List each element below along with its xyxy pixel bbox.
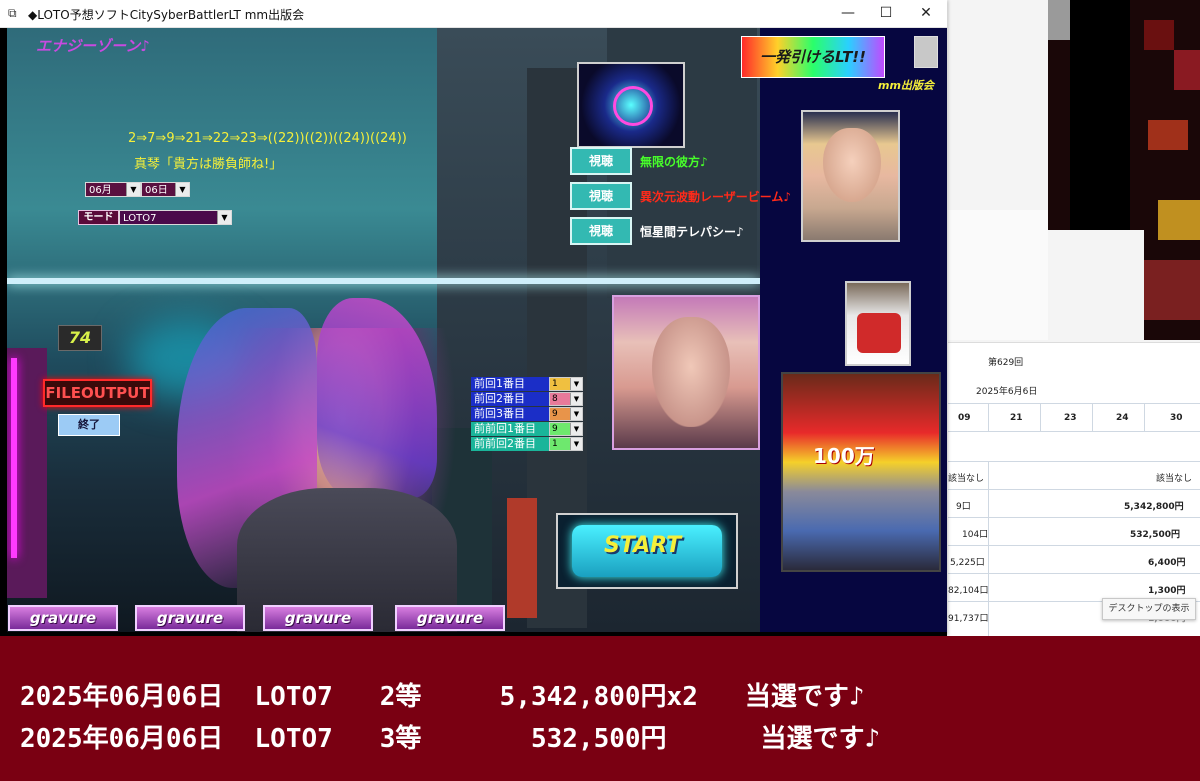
chevron-down-icon: ▼ (175, 183, 189, 196)
winner-count: 91,737口 (948, 614, 989, 624)
result-line-2: 2025年06月06日 LOTO7 3等 532,500円 当選です♪ (20, 724, 881, 754)
mode-select[interactable]: LOTO7 ▼ (119, 210, 232, 225)
prev-row-label: 前回3番目 (471, 407, 549, 421)
number-cell: 24 (1116, 413, 1129, 423)
result-line-1: 2025年06月06日 LOTO7 2等 5,342,800円x2 当選です♪ (20, 682, 865, 712)
lottery-results-table: 第629回 2025年6月6日 09 21 23 24 30 該当なし 該当なし… (948, 342, 1200, 641)
window-title: ◆LOTO予想ソフトCitySyberBattlerLT mm出版会 (28, 8, 305, 22)
number-cell: 09 (958, 413, 971, 423)
mode-value: LOTO7 (123, 213, 157, 224)
prev-row-select[interactable]: 1 ▼ (549, 377, 583, 391)
prize-amount: 532,500円 (1130, 530, 1180, 540)
energy-zone-label: エナジーゾーン♪ (36, 37, 150, 55)
sequence-text: 2⇒7⇒9⇒21⇒22⇒23⇒((22))((2))((24))((24)) (128, 131, 407, 146)
round-label: 第629回 (988, 358, 1024, 368)
winner-count: 104口 (962, 530, 989, 540)
small-portrait (914, 36, 938, 68)
chevron-down-icon: ▼ (570, 378, 582, 390)
file-output-button[interactable]: FILEOUTPUT (43, 379, 152, 407)
chevron-down-icon: ▼ (217, 211, 231, 224)
chevron-down-icon: ▼ (126, 183, 140, 196)
prev-row-select[interactable]: 9 ▼ (549, 407, 583, 421)
number-cell: 23 (1064, 413, 1077, 423)
portrait-photo (801, 110, 900, 242)
quote-text: 真琴「貴方は勝負師ね!」 (134, 157, 283, 172)
prev-row-label: 前前回1番目 (471, 422, 549, 436)
prev-row-label: 前回1番目 (471, 377, 549, 391)
logo-subtitle: mm出版会 (878, 79, 934, 92)
gravure-button-2[interactable]: gravure (135, 605, 245, 631)
badge-74: 74 (58, 325, 102, 351)
prize-amount: 6,400円 (1148, 558, 1186, 568)
title-bar[interactable]: ⧉ ◆LOTO予想ソフトCitySyberBattlerLT mm出版会 — ☐… (0, 0, 947, 28)
prize-amount: 5,342,800円 (1124, 502, 1184, 512)
number-cell: 21 (1010, 413, 1023, 423)
day-select[interactable]: 06日 ▼ (141, 182, 190, 197)
logo-banner: 一発引けるLT!! (741, 36, 885, 78)
mode-label: モード (78, 210, 119, 225)
prev-row-select[interactable]: 9 ▼ (549, 422, 583, 436)
number-cell: 30 (1170, 413, 1183, 423)
thumbnail-disc (577, 62, 685, 148)
app-window: ⧉ ◆LOTO予想ソフトCitySyberBattlerLT mm出版会 — ☐… (0, 0, 947, 636)
winner-count: 9口 (956, 502, 971, 512)
winner-count: 82,104口 (948, 586, 989, 596)
pixelated-image (1048, 0, 1200, 340)
prize-amount: 1,300円 (1148, 586, 1186, 596)
prev-row-label: 前回2番目 (471, 392, 549, 406)
prev-row-select[interactable]: 8 ▼ (549, 392, 583, 406)
gravure-button-3[interactable]: gravure (263, 605, 373, 631)
prev-row-label: 前前回2番目 (471, 437, 549, 451)
winner-count: 該当なし (948, 474, 985, 484)
month-value: 06月 (89, 185, 112, 196)
chevron-down-icon: ▼ (570, 393, 582, 405)
result-banner: 2025年06月06日 LOTO7 2等 5,342,800円x2 当選です♪ … (0, 636, 1200, 781)
song-title-1: 無限の彼方♪ (640, 155, 708, 169)
winner-count: 5,225口 (950, 558, 985, 568)
pachinko-photo: 100万 (781, 372, 941, 572)
exit-button[interactable]: 終了 (58, 414, 120, 436)
billboard-portrait (612, 295, 760, 450)
prev-row-select[interactable]: 1 ▼ (549, 437, 583, 451)
watch-button-1[interactable]: 視聴 (570, 147, 632, 175)
month-select[interactable]: 06月 ▼ (85, 182, 141, 197)
prize-amount: 該当なし (1156, 474, 1193, 484)
close-button[interactable]: ✕ (903, 0, 949, 27)
bg-panel (948, 210, 1048, 340)
start-button[interactable]: START (556, 513, 738, 589)
sticker-photo (845, 281, 911, 366)
start-label: START (604, 533, 682, 558)
watch-button-3[interactable]: 視聴 (570, 217, 632, 245)
song-title-3: 恒星間テレパシー♪ (640, 225, 744, 239)
pachinko-text: 100万 (813, 444, 875, 468)
desktop-tooltip: デスクトップの表示 (1102, 598, 1196, 620)
app-icon: ⧉ (8, 6, 17, 20)
chevron-down-icon: ▼ (570, 408, 582, 420)
gravure-button-1[interactable]: gravure (8, 605, 118, 631)
song-title-2: 異次元波動レーザービーム♪ (640, 190, 792, 204)
date-label: 2025年6月6日 (976, 387, 1038, 397)
watch-button-2[interactable]: 視聴 (570, 182, 632, 210)
chevron-down-icon: ▼ (570, 423, 582, 435)
gravure-button-4[interactable]: gravure (395, 605, 505, 631)
chevron-down-icon: ▼ (570, 438, 582, 450)
day-value: 06日 (145, 185, 168, 196)
